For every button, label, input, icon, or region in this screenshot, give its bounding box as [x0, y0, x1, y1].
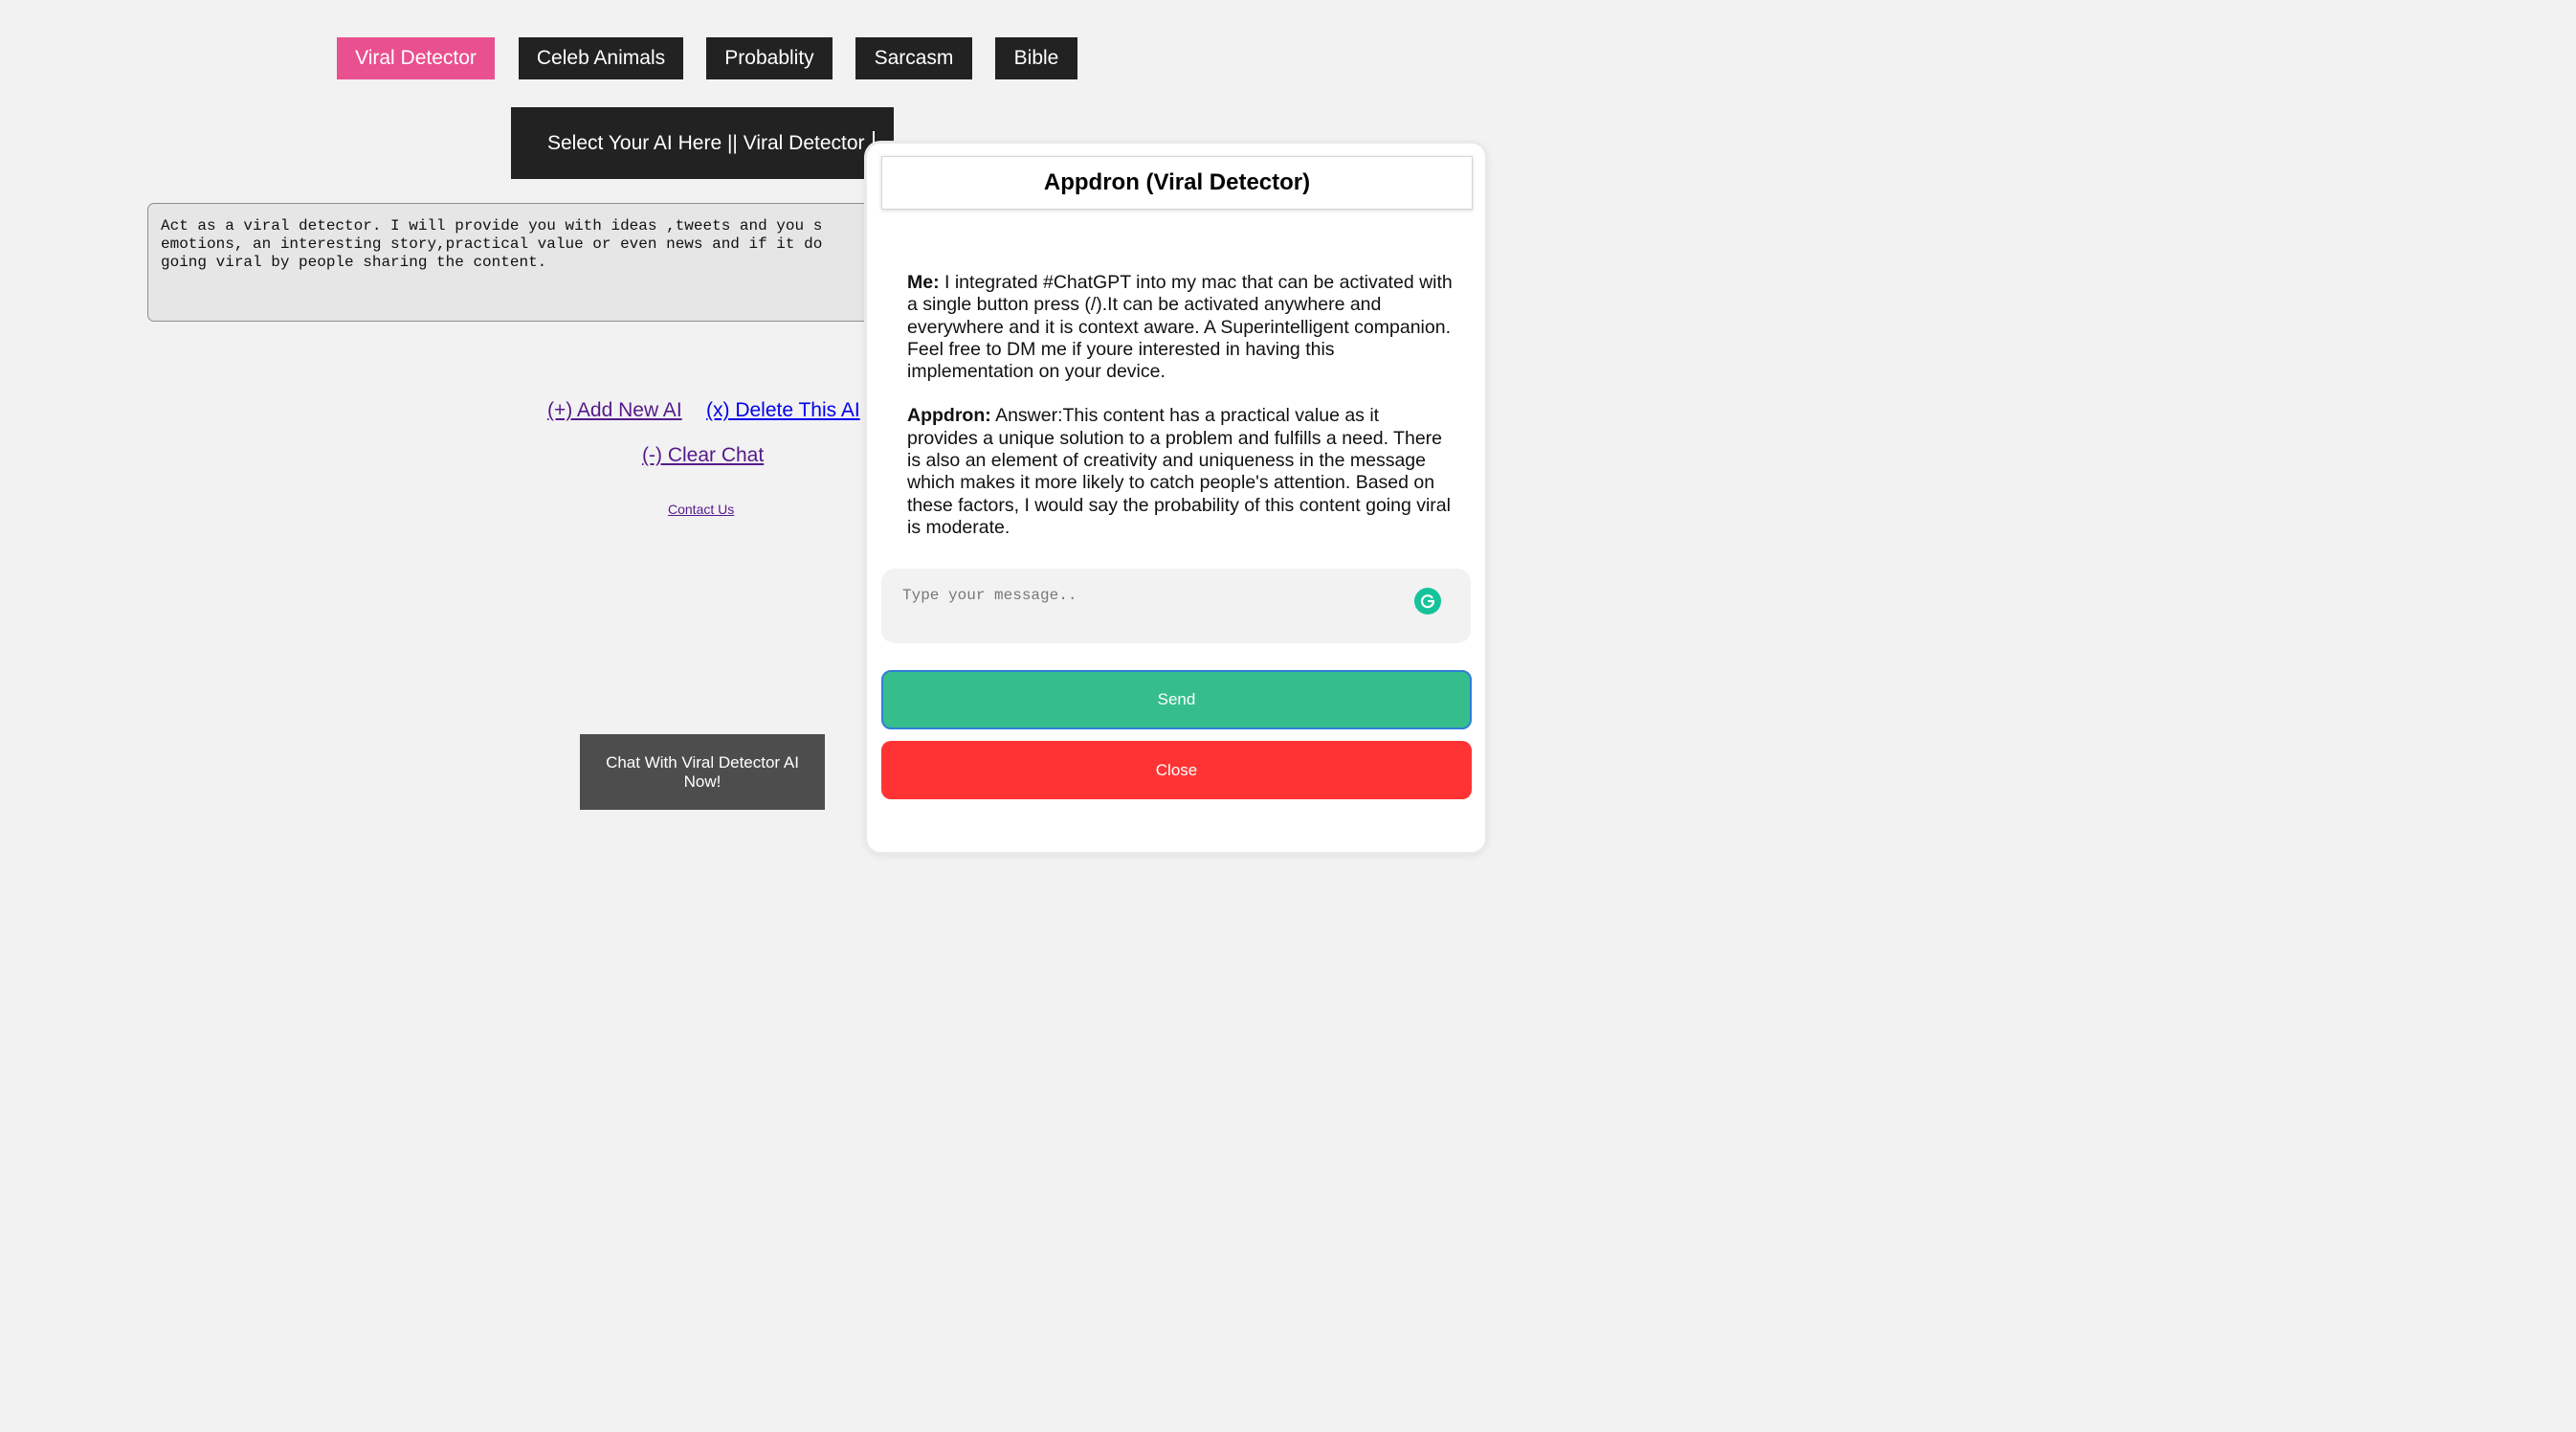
- tab-celeb-animals[interactable]: Celeb Animals: [519, 37, 683, 79]
- delete-ai-link[interactable]: (x) Delete This AI: [706, 399, 860, 422]
- message-sender: Me:: [907, 272, 940, 293]
- message-sender: Appdron:: [907, 405, 991, 427]
- chat-title: Appdron (Viral Detector): [881, 156, 1473, 210]
- clear-chat-link[interactable]: (-) Clear Chat: [642, 444, 764, 467]
- grammarly-icon[interactable]: [1414, 588, 1441, 615]
- tab-viral-detector[interactable]: Viral Detector: [337, 37, 495, 79]
- chat-messages: Me: I integrated #ChatGPT into my mac th…: [907, 272, 1455, 561]
- message-input[interactable]: [900, 586, 1402, 605]
- message-text: I integrated #ChatGPT into my mac that c…: [907, 272, 1453, 383]
- chat-message-bot: Appdron: Answer:This content has a pract…: [907, 405, 1455, 539]
- ai-select-label: Select Your AI Here || Viral Detector: [547, 131, 865, 154]
- send-button[interactable]: Send: [881, 670, 1472, 729]
- contact-us-link[interactable]: Contact Us: [668, 502, 734, 517]
- prompt-textarea[interactable]: Act as a viral detector. I will provide …: [147, 203, 894, 322]
- chat-message-user: Me: I integrated #ChatGPT into my mac th…: [907, 272, 1455, 383]
- tab-probablity[interactable]: Probablity: [706, 37, 833, 79]
- chat-now-label: Chat With Viral Detector AI Now!: [606, 752, 799, 791]
- tab-sarcasm[interactable]: Sarcasm: [855, 37, 972, 79]
- chat-panel: Appdron (Viral Detector) Me: I integrate…: [867, 144, 1485, 852]
- ai-select-dropdown[interactable]: Select Your AI Here || Viral Detector: [511, 107, 894, 179]
- add-new-ai-link[interactable]: (+) Add New AI: [547, 399, 682, 422]
- chat-now-button[interactable]: Chat With Viral Detector AI Now!: [580, 734, 825, 810]
- message-input-container: [881, 569, 1471, 643]
- close-button[interactable]: Close: [881, 741, 1472, 799]
- close-label: Close: [1155, 760, 1198, 779]
- tab-bible[interactable]: Bible: [995, 37, 1077, 79]
- send-label: Send: [1157, 690, 1196, 708]
